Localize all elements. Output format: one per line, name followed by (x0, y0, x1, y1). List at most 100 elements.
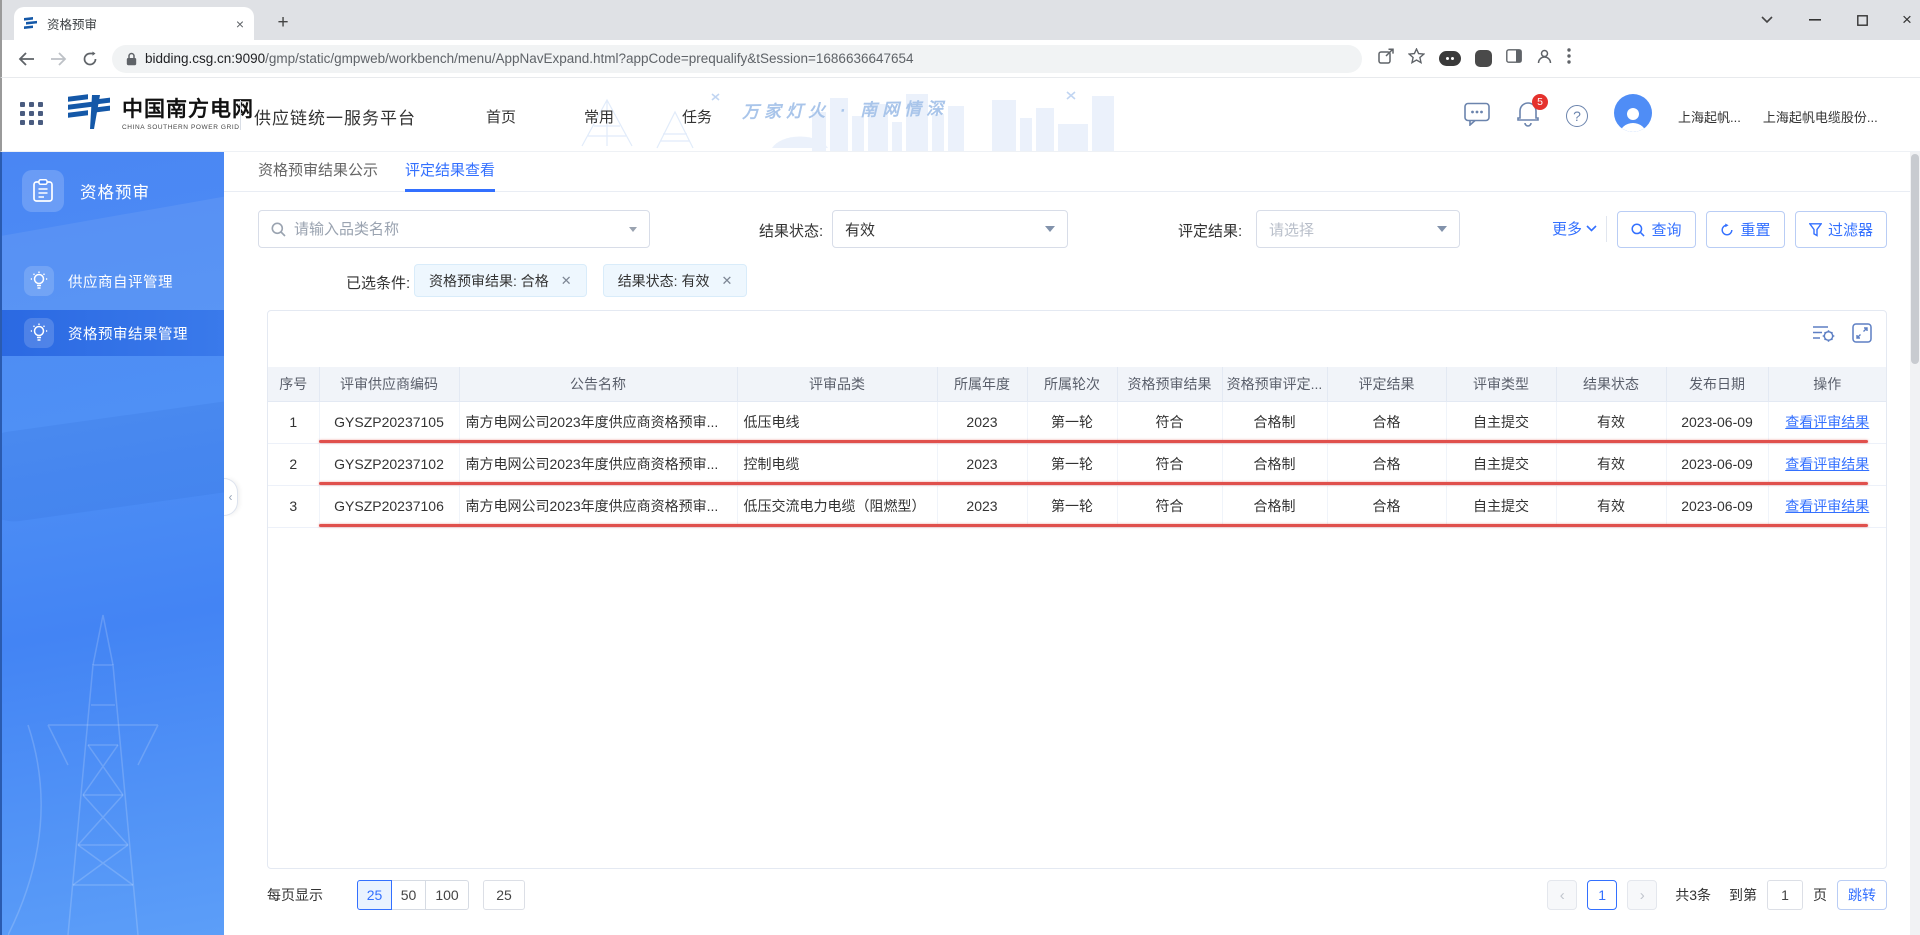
total-count: 共3条 (1675, 887, 1711, 903)
filter-button[interactable]: 过滤器 (1795, 211, 1887, 248)
address-bar[interactable]: bidding.csg.cn:9090/gmp/static/gmpweb/wo… (112, 44, 1362, 73)
share-icon[interactable] (1378, 48, 1394, 69)
company-name[interactable]: 上海起帆电缆股份... (1763, 107, 1878, 126)
back-icon[interactable] (10, 44, 42, 74)
results-card: 序号 评审供应商编码 公告名称 评审品类 所属年度 所属轮次 资格预审结果 资格… (267, 310, 1887, 869)
notification-bell-icon[interactable]: 5 (1516, 93, 1548, 132)
fullscreen-icon[interactable] (1852, 323, 1872, 348)
app-header: 中国南方电网 CHINA SOUTHERN POWER GRID 供应链统一服务… (0, 78, 1920, 152)
browser-tab[interactable]: 资格预审 × (14, 7, 254, 40)
table-row: 3 GYSZP20237106 南方电网公司2023年度供应商资格预审... 低… (268, 485, 1886, 528)
per-page-control: 每页显示 25 50 100 25 (267, 880, 525, 910)
category-search-input[interactable] (294, 220, 621, 238)
per-page-label: 每页显示 (267, 887, 323, 903)
browser-menu-icon[interactable] (1567, 48, 1571, 69)
side-panel-icon[interactable] (1506, 49, 1522, 68)
favicon-csg-icon (24, 17, 37, 29)
table-row: 2 GYSZP20237102 南方电网公司2023年度供应商资格预审... 控… (268, 443, 1886, 486)
query-button[interactable]: 查询 (1617, 211, 1696, 248)
next-page-icon[interactable]: › (1627, 880, 1658, 910)
reload-icon[interactable] (74, 44, 106, 74)
window-minimize-button[interactable] (1800, 8, 1830, 32)
tab-close-icon[interactable]: × (236, 16, 244, 32)
view-review-result-link[interactable]: 查看评审结果 (1785, 456, 1869, 472)
extension-icon-2[interactable] (1475, 50, 1492, 67)
filter-divider (1606, 216, 1607, 242)
row-red-underline (319, 524, 1868, 527)
filter-chip[interactable]: 结果状态: 有效 ✕ (602, 264, 748, 297)
csg-logo: 中国南方电网 CHINA SOUTHERN POWER GRID (66, 93, 254, 131)
prev-page-icon[interactable]: ‹ (1547, 880, 1578, 910)
tab-title: 资格预审 (47, 18, 98, 32)
window-maximize-button[interactable] (1847, 8, 1877, 32)
chevron-down-icon (1437, 226, 1447, 232)
search-dropdown-caret-icon[interactable] (629, 226, 637, 232)
results-table: 序号 评审供应商编码 公告名称 评审品类 所属年度 所属轮次 资格预审结果 资格… (268, 367, 1886, 528)
forward-icon[interactable] (42, 44, 74, 74)
scrollbar[interactable] (1910, 152, 1920, 935)
tab-evaluation-result-view[interactable]: 评定结果查看 (405, 152, 496, 192)
funnel-icon (1808, 222, 1822, 237)
goto-page-input[interactable]: 1 (1767, 880, 1803, 910)
url-text: bidding.csg.cn:9090/gmp/static/gmpweb/wo… (145, 51, 914, 66)
bulb-icon (24, 318, 54, 348)
jump-button[interactable]: 跳转 (1837, 880, 1887, 910)
browser-toolbar: bidding.csg.cn:9090/gmp/static/gmpweb/wo… (0, 40, 1920, 78)
browser-tab-strip: 资格预审 × + × (0, 0, 1920, 40)
main-content: 资格预审结果公示 评定结果查看 结果状态: 有效 评定结果: 请选择 更多 查询… (224, 152, 1920, 935)
profile-icon[interactable] (1536, 48, 1553, 70)
view-review-result-link[interactable]: 查看评审结果 (1785, 414, 1869, 430)
message-icon[interactable] (1464, 102, 1490, 131)
per-page-option-100[interactable]: 100 (425, 880, 469, 910)
nav-tasks[interactable]: 任务 (682, 106, 712, 127)
app-launcher-icon[interactable] (20, 102, 43, 125)
sidebar-item-prequalify-result-management[interactable]: 资格预审结果管理 (2, 310, 224, 356)
status-filter-label: 结果状态: (759, 223, 824, 240)
user-name[interactable]: 上海起帆... (1678, 107, 1741, 126)
per-page-option-50[interactable]: 50 (391, 880, 426, 910)
logo-title: 中国南方电网 (122, 98, 254, 121)
more-filters-link[interactable]: 更多 (1552, 218, 1597, 239)
nav-home[interactable]: 首页 (486, 106, 516, 127)
new-tab-button[interactable]: + (270, 10, 296, 36)
header-divider (240, 100, 241, 130)
goto-prefix: 到第 (1729, 887, 1757, 903)
window-close-button[interactable]: × (1892, 8, 1920, 32)
notification-badge: 5 (1532, 93, 1548, 110)
category-search-input-wrap[interactable] (258, 210, 650, 248)
lock-icon (126, 52, 137, 65)
logo-subtitle: CHINA SOUTHERN POWER GRID (122, 124, 240, 131)
content-tabs: 资格预审结果公示 评定结果查看 (224, 152, 1920, 192)
nav-common[interactable]: 常用 (584, 106, 614, 127)
chip-close-icon[interactable]: ✕ (561, 273, 572, 289)
chip-close-icon[interactable]: ✕ (721, 273, 732, 289)
status-select[interactable]: 有效 (832, 210, 1068, 248)
scrollbar-thumb[interactable] (1911, 154, 1919, 364)
column-settings-icon[interactable] (1812, 323, 1836, 348)
goto-suffix: 页 (1813, 887, 1827, 903)
sidebar: 资格预审 供应商自评管理 资格预审结果管理 (0, 152, 224, 935)
per-page-option-25[interactable]: 25 (357, 880, 392, 910)
table-header-row: 序号 评审供应商编码 公告名称 评审品类 所属年度 所属轮次 资格预审结果 资格… (268, 367, 1886, 402)
header-slogan: 万家灯火 · 南网情深 (741, 99, 949, 122)
chevron-down-icon (1586, 225, 1597, 232)
bulb-icon (24, 266, 54, 296)
pagination: ‹ 1 › 共3条 到第 1 页 跳转 (1547, 880, 1887, 910)
view-review-result-link[interactable]: 查看评审结果 (1785, 498, 1869, 514)
result-select[interactable]: 请选择 (1256, 210, 1460, 248)
tab-prequalify-result-publicity[interactable]: 资格预审结果公示 (258, 152, 378, 192)
tab-search-icon[interactable] (1752, 8, 1782, 32)
search-icon (271, 222, 286, 237)
current-page[interactable]: 1 (1587, 880, 1618, 910)
row-red-underline (319, 440, 1868, 443)
result-filter-label: 评定结果: (1178, 223, 1243, 240)
bookmark-star-icon[interactable] (1407, 47, 1426, 69)
extension-icon-1[interactable] (1439, 51, 1461, 66)
reset-button[interactable]: 重置 (1706, 211, 1785, 248)
help-icon[interactable]: ? (1566, 105, 1588, 127)
sidebar-item-supplier-self-evaluation[interactable]: 供应商自评管理 (2, 258, 224, 304)
filter-chip[interactable]: 资格预审结果: 合格 ✕ (414, 264, 587, 297)
per-page-value-box[interactable]: 25 (483, 880, 525, 910)
avatar[interactable] (1614, 94, 1652, 132)
table-row: 1 GYSZP20237105 南方电网公司2023年度供应商资格预审... 低… (268, 401, 1886, 444)
